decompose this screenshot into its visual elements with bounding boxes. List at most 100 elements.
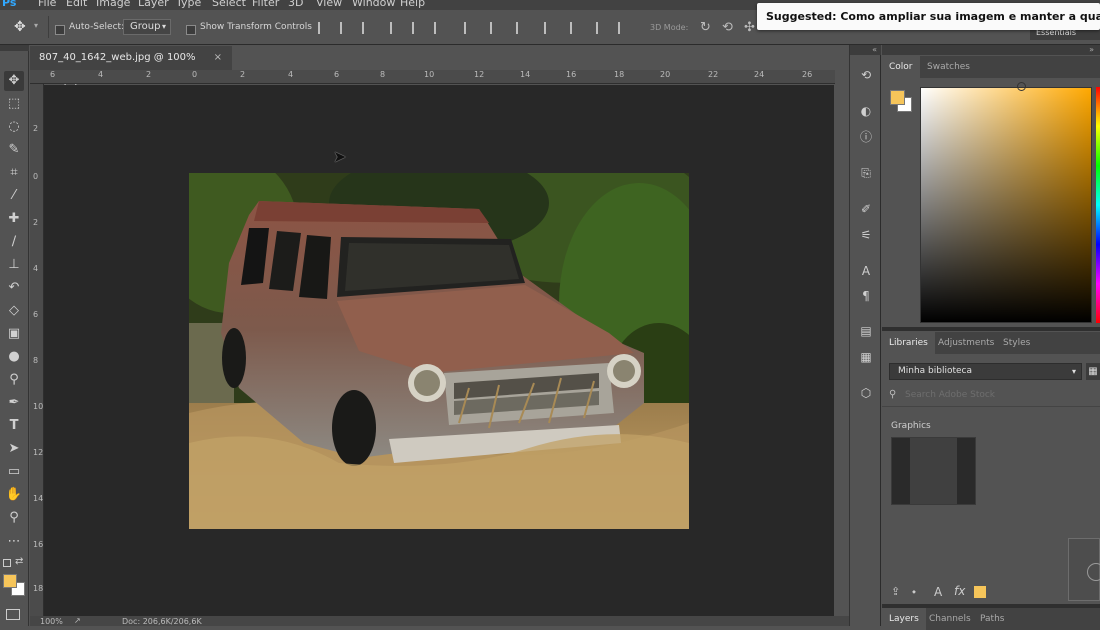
stock-search[interactable]: ⚲ Search Adobe Stock [882,385,1100,407]
foreground-color-swatch[interactable] [3,574,17,588]
tools-panel-header[interactable] [0,45,29,51]
tool-preset-chevron-icon[interactable]: ▾ [34,21,38,30]
dodge-tool-icon[interactable]: ⚲ [4,370,24,390]
align-left-icon[interactable] [390,22,402,34]
gradient-tool-icon[interactable]: ▣ [4,324,24,344]
distribute-right-icon[interactable] [596,22,608,34]
tab-color[interactable]: Color [882,56,920,78]
zoom-tool-icon[interactable]: ⚲ [4,508,24,528]
tab-swatches[interactable]: Swatches [920,56,977,78]
rectangle-tool-icon[interactable]: ▭ [4,462,24,482]
quick-mask-icon[interactable] [6,609,20,620]
notes-icon[interactable]: ▦ [858,349,874,365]
eraser-tool-icon[interactable]: ◇ [4,301,24,321]
move-tool-icon[interactable]: ✥ [14,19,26,35]
tab-channels[interactable]: Channels [922,608,978,630]
add-layer-style-icon[interactable]: fx [954,584,965,598]
panel-foreground-color-swatch[interactable] [890,90,905,105]
move-tool-icon[interactable]: ✥ [4,71,24,91]
menu-3d[interactable]: 3D [288,0,303,9]
align-hcenter-icon[interactable] [412,22,424,34]
pen-tool-icon[interactable]: ✒ [4,393,24,413]
panels-collapse-icon[interactable]: » [882,45,1100,55]
menu-view[interactable]: View [316,0,342,9]
grid-view-icon[interactable]: ▦ [1086,363,1100,380]
auto-align-icon[interactable] [618,22,630,34]
tab-styles[interactable]: Styles [996,332,1037,354]
auto-select-checkbox[interactable] [55,23,65,36]
eyedropper-tool-icon[interactable]: ⁄ [4,186,24,206]
distribute-left-icon[interactable] [544,22,556,34]
add-character-style-icon[interactable]: A [934,585,942,599]
type-tool-icon[interactable]: T [4,416,24,436]
align-top-icon[interactable] [318,22,330,34]
tab-paths[interactable]: Paths [973,608,1011,630]
learn-panel-icon[interactable]: ◐ [858,103,874,119]
distribute-hcenter-icon[interactable] [570,22,582,34]
brush-settings-icon[interactable]: ✐ [858,201,874,217]
paragraph-panel-icon[interactable]: ¶ [858,288,874,304]
menu-type[interactable]: Type [176,0,201,9]
3d-pan-icon[interactable]: ✣ [744,20,755,35]
auto-select-dropdown[interactable]: Group ▾ [123,19,171,35]
zoom-level[interactable]: 100% [40,617,63,626]
info-panel-icon[interactable]: ⓘ [858,129,874,145]
distribute-top-icon[interactable] [464,22,476,34]
quick-select-tool-icon[interactable]: ✎ [4,140,24,160]
3d-panel-icon[interactable]: ⬡ [858,385,874,401]
crop-tool-icon[interactable]: ⌗ [4,163,24,183]
car-photo[interactable] [189,173,689,529]
properties-icon[interactable]: ⚟ [858,227,874,243]
menu-edit[interactable]: Edit [66,0,87,9]
color-picker-field[interactable] [920,87,1092,323]
close-icon[interactable]: × [214,46,222,70]
align-vcenter-icon[interactable] [340,22,352,34]
healing-brush-tool-icon[interactable]: ✚ [4,209,24,229]
path-selection-tool-icon[interactable]: ➤ [4,439,24,459]
graphic-thumbnail[interactable] [891,437,976,505]
document-tab[interactable]: 807_40_1642_web.jpg @ 100% (RGB/8) × [30,46,232,87]
share-icon[interactable]: ↗ [74,616,81,625]
menu-layer[interactable]: Layer [138,0,169,9]
history-brush-tool-icon[interactable]: ↶ [4,278,24,298]
add-color-swatch-icon[interactable] [974,586,986,598]
marquee-tool-icon[interactable]: ⬚ [4,94,24,114]
menu-filter[interactable]: Filter [252,0,279,9]
show-transform-checkbox[interactable] [186,23,196,36]
clone-stamp-tool-icon[interactable]: ⊥ [4,255,24,275]
more-tools-icon[interactable]: ⋯ [4,532,24,552]
history-panel-icon[interactable]: ⟲ [858,67,874,83]
hand-tool-icon[interactable]: ✋ [4,485,24,505]
3d-orbit-icon[interactable]: ↻ [700,20,711,35]
default-colors-icon[interactable] [3,559,11,567]
layer-comps-icon[interactable]: ▤ [858,323,874,339]
menu-window[interactable]: Window [352,0,395,9]
lasso-tool-icon[interactable]: ◌ [4,117,24,137]
add-graphic-icon[interactable]: ⬩ [912,585,916,599]
color-picker-handle[interactable] [1017,82,1026,91]
distribute-vcenter-icon[interactable] [490,22,502,34]
distribute-bottom-icon[interactable] [516,22,528,34]
suggestion-toast[interactable]: Suggested: Como ampliar sua imagem e man… [757,3,1100,30]
menu-select[interactable]: Select [212,0,246,9]
character-panel-icon[interactable]: A [858,263,874,279]
search-input[interactable]: Search Adobe Stock [905,390,995,400]
3d-roll-icon[interactable]: ⟲ [722,20,733,35]
dock-collapse-icon[interactable]: « [850,45,881,55]
menu-file[interactable]: File [38,0,56,9]
menu-image[interactable]: Image [96,0,130,9]
library-dropdown[interactable]: Minha biblioteca ▾ [889,363,1082,380]
hue-slider[interactable] [1096,87,1100,323]
tab-adjustments[interactable]: Adjustments [931,332,1001,354]
align-bottom-icon[interactable] [362,22,374,34]
tab-layers[interactable]: Layers [882,608,926,630]
blur-tool-icon[interactable]: ● [4,347,24,367]
right-panels: » Color Swatches Libraries Adjustments S… [882,45,1100,630]
align-right-icon[interactable] [434,22,446,34]
brush-tool-icon[interactable]: ∕ [4,232,24,252]
clone-source-icon[interactable]: ⎘ [858,165,874,181]
upload-icon[interactable]: ⇪ [891,585,900,598]
tab-libraries[interactable]: Libraries [882,332,935,354]
swap-colors-icon[interactable]: ⇄ [15,556,23,567]
menu-help[interactable]: Help [400,0,425,9]
